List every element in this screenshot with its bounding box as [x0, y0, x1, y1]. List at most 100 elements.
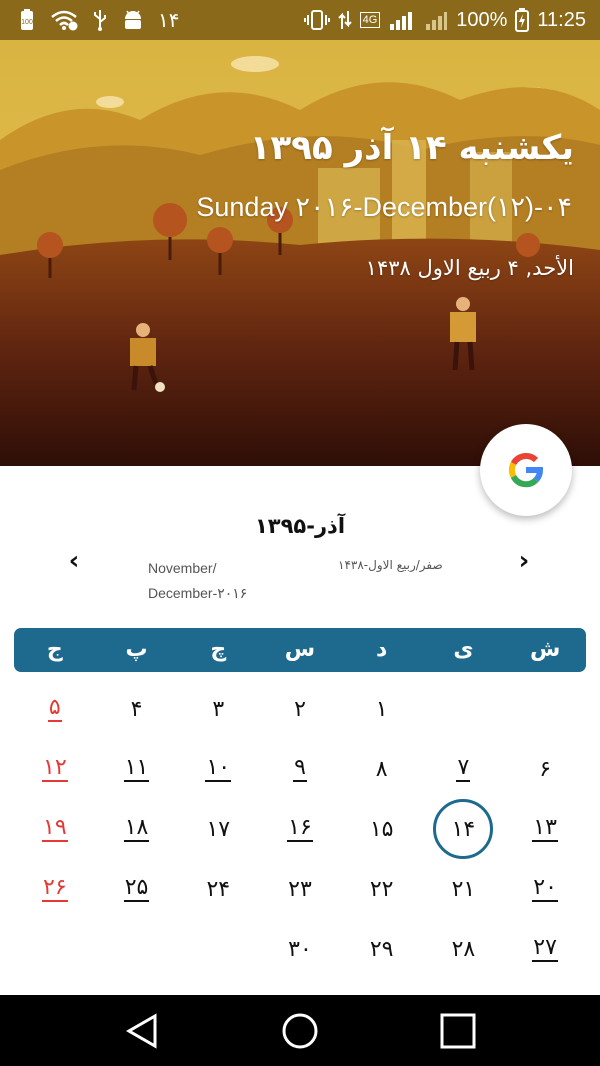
vibrate-icon: [303, 9, 330, 31]
calendar-day-number: ۱۹: [42, 815, 68, 842]
gregorian-date: Sunday ۲۰۱۶-December(۱۲)-۰۴: [196, 192, 572, 222]
calendar-day[interactable]: ۲۳: [259, 860, 341, 918]
calendar-day-number: ۱۱: [123, 755, 150, 782]
weekday-label: د: [376, 637, 388, 662]
signal-secondary-icon: [424, 9, 448, 31]
calendar-day[interactable]: ۱۷: [177, 800, 259, 858]
calendar-day-number: ۱۳: [532, 815, 558, 842]
calendar-day[interactable]: ۲۷: [504, 920, 586, 978]
weekday-label: ی: [453, 637, 474, 662]
calendar-day[interactable]: ۴: [96, 680, 178, 738]
calendar-day[interactable]: ۷: [423, 740, 505, 798]
weekday-label: پ: [125, 637, 148, 662]
month-title: آذر-۱۳۹۵: [254, 514, 346, 538]
battery-saver-icon: 100: [18, 9, 36, 31]
calendar-day-number: ۱: [375, 696, 388, 722]
data-transfer-icon: [337, 9, 352, 31]
calendar-day[interactable]: ۳: [177, 680, 259, 738]
clock: 11:25: [537, 8, 586, 31]
home-icon: [282, 1013, 318, 1048]
calendar-day[interactable]: ۲۶: [14, 860, 96, 918]
hijri-month-range: صفر/ربیع الاول-۱۴۳۸: [338, 558, 443, 572]
calendar-day[interactable]: ۲۲: [341, 860, 423, 918]
calendar-day-number: ۲۱: [451, 876, 476, 902]
calendar-day-number: ۴: [130, 696, 143, 722]
recents-button[interactable]: [418, 995, 498, 1066]
calendar-day-number: ۱۷: [206, 816, 231, 842]
battery-charging-icon: [515, 8, 530, 32]
chevron-left-icon: ‹: [68, 546, 80, 576]
calendar-day[interactable]: ۱۵: [341, 800, 423, 858]
calendar-day-number: ۱۵: [369, 816, 394, 842]
svg-text:100: 100: [21, 19, 33, 26]
google-button[interactable]: [480, 424, 572, 516]
navigation-bar: [0, 995, 600, 1066]
hijri-date: الأحد, ۴ ربیع الاول ۱۴۳۸: [365, 256, 574, 280]
calendar-day[interactable]: ۱۲: [14, 740, 96, 798]
calendar-day-number: ۲۷: [532, 935, 558, 962]
previous-month-button[interactable]: ‹: [58, 545, 90, 577]
signal-icon: [388, 9, 416, 31]
calendar-day-number: ۱۶: [287, 815, 313, 842]
calendar-day[interactable]: ۸: [341, 740, 423, 798]
date-header: یکشنبه ۱۴ آذر ۱۳۹۵ Sunday ۲۰۱۶-December(…: [0, 40, 600, 466]
calendar-day[interactable]: ۱۱: [96, 740, 178, 798]
weekday-label: چ: [210, 637, 227, 662]
calendar-day[interactable]: ۲: [259, 680, 341, 738]
calendar-day[interactable]: ۱: [341, 680, 423, 738]
calendar-day-number: ۲: [294, 696, 306, 722]
calendar-day[interactable]: ۲۸: [423, 920, 505, 978]
calendar-day-number: ۵: [47, 695, 62, 722]
calendar-day-number: ۲۵: [123, 875, 150, 902]
usb-icon: [92, 9, 108, 31]
today-indicator: [433, 799, 494, 859]
calendar-day[interactable]: ۲۱: [423, 860, 505, 918]
calendar-day[interactable]: ۱۹: [14, 800, 96, 858]
status-bar: 100 ۱۴ 4G 100% 11:25: [0, 0, 600, 40]
calendar-day[interactable]: ۲۴: [177, 860, 259, 918]
next-month-button[interactable]: ›: [508, 545, 540, 577]
autumn-landscape-illustration: [0, 40, 600, 466]
calendar-day[interactable]: ۱۳: [504, 800, 586, 858]
calendar-day-number: ۲۰: [532, 875, 558, 902]
calendar-day-number: ۲۲: [369, 876, 394, 902]
network-type-label: 4G: [359, 12, 381, 28]
calendar-day-number: ۱۲: [42, 755, 68, 782]
calendar-day[interactable]: ۹: [259, 740, 341, 798]
notification-number: ۱۴: [158, 9, 180, 32]
calendar-day[interactable]: ۶: [504, 740, 586, 798]
calendar-day-number: ۲۸: [451, 936, 476, 962]
chevron-right-icon: ›: [518, 546, 530, 576]
weekday-label: ج: [46, 637, 63, 662]
calendar-day[interactable]: ۲۹: [341, 920, 423, 978]
calendar-day[interactable]: ۱۸: [96, 800, 178, 858]
calendar-day-number: ۷: [456, 755, 471, 782]
calendar-day-today[interactable]: ۱۴: [423, 799, 505, 859]
weekday-label: س: [284, 637, 316, 662]
calendar-day[interactable]: ۱۶: [259, 800, 341, 858]
calendar-day-number: ۲۶: [42, 875, 68, 902]
calendar-day-number: ۲۴: [206, 876, 231, 902]
calendar-day-number: ۱۰: [205, 755, 232, 782]
persian-date: یکشنبه ۱۴ آذر ۱۳۹۵: [249, 128, 574, 168]
calendar-day[interactable]: ۱۰: [177, 740, 259, 798]
calendar-day[interactable]: ۳۰: [259, 920, 341, 978]
home-button[interactable]: [260, 995, 340, 1066]
weekday-header: ش ی د س چ پ ج: [14, 628, 586, 672]
calendar-day[interactable]: ۲۰: [504, 860, 586, 918]
recents-icon: [440, 1013, 476, 1048]
calendar-day-number: ۳: [212, 696, 225, 722]
weekday-label: ش: [529, 637, 561, 662]
calendar-day-number: ۸: [375, 756, 388, 782]
calendar-day-number: ۱۸: [123, 815, 150, 842]
battery-percent: 100%: [456, 8, 508, 31]
calendar-day-number: ۲۳: [288, 876, 312, 902]
gregorian-month-range: November/ December-۲۰۱۶: [148, 560, 248, 601]
calendar-day-number: ۶: [539, 756, 552, 782]
calendar-grid: ۱ ۲ ۳ ۴ ۵ ۶ ۷ ۸ ۹ ۱۰ ۱۱ ۱۲ ۱۳ ۱۴ ۱۵ ۱۶ ۱۷ ۱۸ ۱۹ ۲۰ ۲۱ ۲۲ ۲۳ ۲۴ ۲…: [14, 680, 586, 980]
calendar-day[interactable]: ۲۵: [96, 860, 178, 918]
calendar-day[interactable]: ۵: [14, 680, 96, 738]
calendar-day-number: ۲۹: [369, 936, 394, 962]
google-icon: [508, 452, 543, 488]
back-button[interactable]: [102, 995, 182, 1066]
